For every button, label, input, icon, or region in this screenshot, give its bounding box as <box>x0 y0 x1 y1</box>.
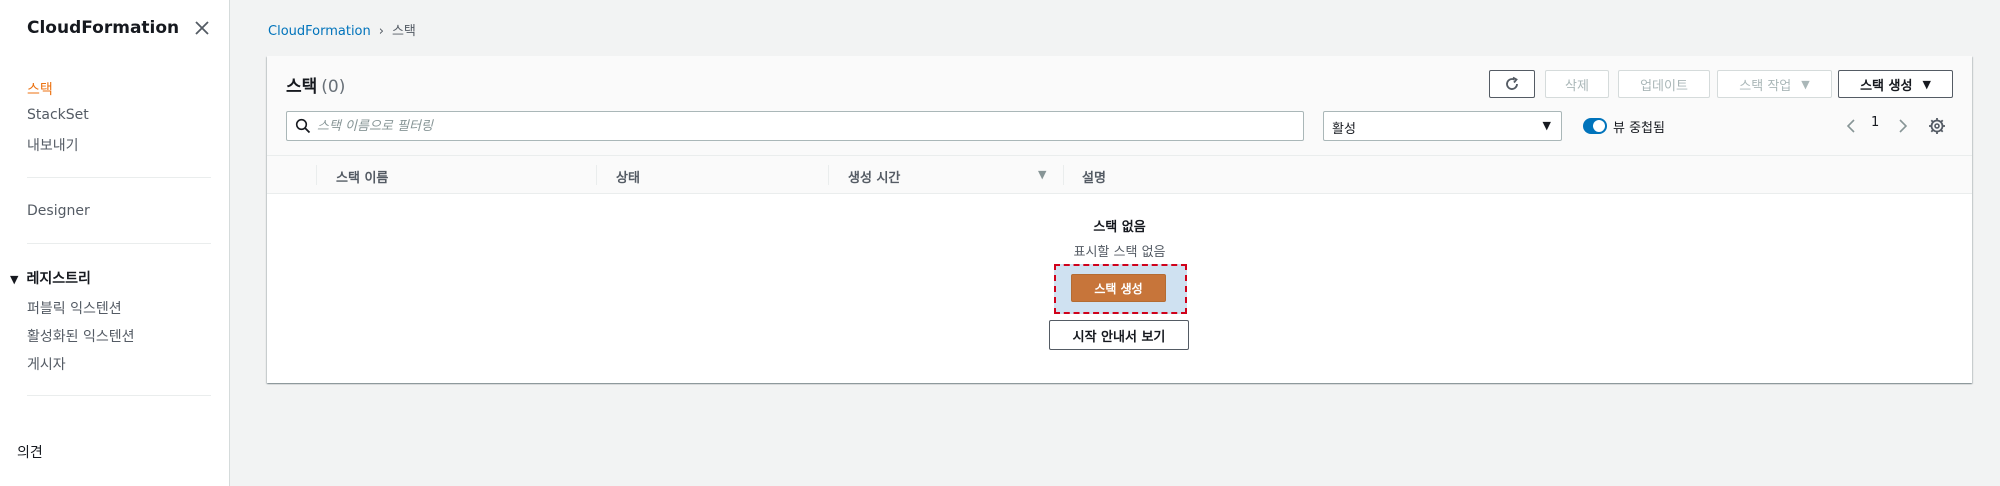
feedback-link[interactable]: 의견 <box>17 442 43 462</box>
close-icon[interactable] <box>192 18 212 38</box>
caret-down-icon: ▼ <box>1922 77 1931 91</box>
stack-actions-button[interactable]: 스택 작업 ▼ <box>1717 70 1832 98</box>
nested-view-toggle[interactable] <box>1583 118 1607 134</box>
stack-count: (0) <box>321 77 346 97</box>
page-number[interactable]: 1 <box>1871 115 1879 130</box>
caret-down-icon: ▼ <box>1542 119 1551 132</box>
column-divider <box>596 165 597 185</box>
column-header-status[interactable]: 상태 <box>616 167 640 186</box>
panel-header: 스택(0) 삭제 업데이트 스택 작업 ▼ 스택 생성 ▼ 활성 ▼ <box>267 56 1972 156</box>
create-stack-label: 스택 생성 <box>1860 78 1913 94</box>
stacks-panel: 스택(0) 삭제 업데이트 스택 작업 ▼ 스택 생성 ▼ 활성 ▼ <box>267 56 1972 383</box>
chevron-left-icon[interactable] <box>1844 116 1860 136</box>
sidebar-divider <box>27 177 211 178</box>
nested-view-label: 뷰 중첩됨 <box>1613 121 1665 136</box>
sidebar-item-designer[interactable]: Designer <box>27 203 90 219</box>
create-stack-button[interactable]: 스택 생성 <box>1071 274 1166 302</box>
search-input[interactable] <box>317 116 1277 136</box>
empty-state-subtitle: 표시할 스택 없음 <box>1073 245 1166 260</box>
column-divider <box>1063 165 1064 185</box>
sidebar-divider <box>27 395 211 396</box>
sidebar: CloudFormation 스택 StackSet 내보내기 Designer… <box>0 0 230 486</box>
toggle-knob <box>1593 120 1605 132</box>
status-filter-select[interactable]: 활성 ▼ <box>1323 111 1562 141</box>
view-getting-started-button[interactable]: 시작 안내서 보기 <box>1049 320 1189 350</box>
caret-down-icon: ▼ <box>1801 77 1810 91</box>
table-header: 스택 이름 상태 생성 시간 ▼ 설명 <box>267 156 1972 194</box>
sidebar-item-stacks[interactable]: 스택 <box>27 79 53 99</box>
column-header-description[interactable]: 설명 <box>1082 167 1106 186</box>
search-icon <box>295 118 311 134</box>
status-filter-value: 활성 <box>1332 122 1356 137</box>
sidebar-item-public-extensions[interactable]: 퍼블릭 익스텐션 <box>27 298 122 318</box>
search-field[interactable] <box>286 111 1304 141</box>
sidebar-section-label: 레지스트리 <box>26 271 91 287</box>
update-button[interactable]: 업데이트 <box>1618 70 1710 98</box>
page-title: 스택 (0) <box>286 72 345 97</box>
sidebar-title[interactable]: CloudFormation <box>27 18 179 38</box>
chevron-right-icon[interactable] <box>1894 116 1910 136</box>
breadcrumb-root[interactable]: CloudFormation <box>268 24 371 39</box>
stack-actions-label: 스택 작업 <box>1739 78 1792 94</box>
caret-down-icon: ▼ <box>10 273 19 286</box>
chevron-right-icon: › <box>378 24 384 39</box>
empty-state-title: 스택 없음 <box>1093 220 1146 235</box>
refresh-icon <box>1506 76 1518 90</box>
sidebar-item-exports[interactable]: 내보내기 <box>27 135 79 155</box>
column-divider <box>316 165 317 185</box>
sort-descending-icon[interactable]: ▼ <box>1038 168 1046 181</box>
sidebar-divider <box>27 243 211 244</box>
sidebar-section-registry[interactable]: ▼ 레지스트리 <box>10 268 91 288</box>
sidebar-item-activated-extensions[interactable]: 활성화된 익스텐션 <box>27 326 135 346</box>
sidebar-item-stacksets[interactable]: StackSet <box>27 107 89 123</box>
panel-title-text: 스택 <box>286 77 318 97</box>
gear-icon[interactable] <box>1928 117 1946 135</box>
sidebar-item-publisher[interactable]: 게시자 <box>27 354 66 374</box>
delete-button[interactable]: 삭제 <box>1545 70 1609 98</box>
column-divider <box>828 165 829 185</box>
breadcrumb-current: 스택 <box>391 24 416 39</box>
refresh-button[interactable] <box>1489 70 1535 98</box>
breadcrumb: CloudFormation › 스택 <box>268 20 416 39</box>
column-header-stack-name[interactable]: 스택 이름 <box>336 167 388 186</box>
create-stack-dropdown-button[interactable]: 스택 생성 ▼ <box>1838 70 1953 98</box>
column-header-created-time[interactable]: 생성 시간 <box>848 167 900 186</box>
